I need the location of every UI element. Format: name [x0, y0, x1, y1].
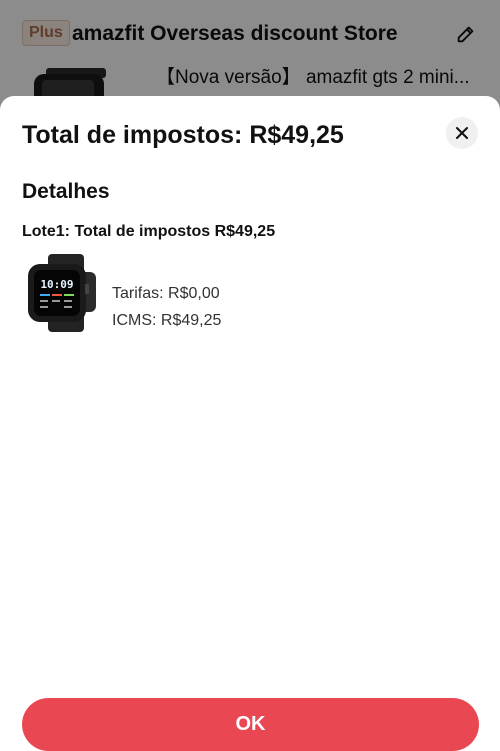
icms-line: ICMS: R$49,25: [112, 312, 222, 329]
tariff-line: Tarifas: R$0,00: [112, 285, 220, 302]
close-icon: [456, 127, 468, 139]
details-heading: Detalhes: [22, 180, 110, 203]
ok-button[interactable]: OK: [22, 698, 479, 751]
tax-details-sheet: Total de impostos: R$49,25 Detalhes Lote…: [0, 96, 500, 751]
lot-title: Lote1: Total de impostos R$49,25: [22, 223, 276, 240]
watch-time-text: 10:09: [40, 278, 73, 291]
sheet-title: Total de impostos: R$49,25: [22, 121, 344, 149]
smartwatch-product-image: 10:09: [28, 254, 96, 332]
close-button[interactable]: [446, 117, 478, 149]
page: Plus amazfit Overseas discount Store 【No…: [0, 0, 500, 751]
tax-breakdown: Tarifas: R$0,00 ICMS: R$49,25: [112, 284, 221, 338]
